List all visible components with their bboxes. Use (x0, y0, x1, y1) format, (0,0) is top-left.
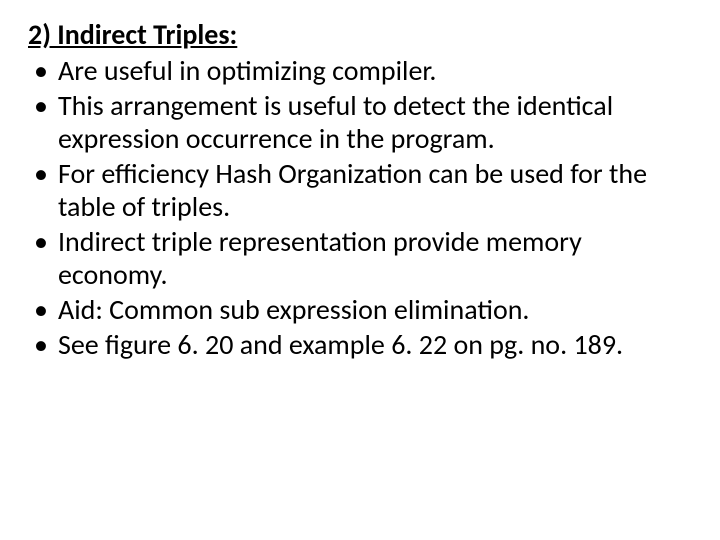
list-item: For efficiency Hash Organization can be … (28, 157, 692, 223)
list-item: Are useful in optimizing compiler. (28, 54, 692, 87)
list-item: Indirect triple representation provide m… (28, 225, 692, 291)
list-item: Aid: Common sub expression elimination. (28, 293, 692, 326)
list-item: This arrangement is useful to detect the… (28, 89, 692, 155)
bullet-list: Are useful in optimizing compiler. This … (28, 54, 692, 361)
slide-heading: 2) Indirect Triples: (28, 18, 692, 52)
list-item: See figure 6. 20 and example 6. 22 on pg… (28, 328, 692, 361)
slide: 2) Indirect Triples: Are useful in optim… (0, 0, 720, 540)
